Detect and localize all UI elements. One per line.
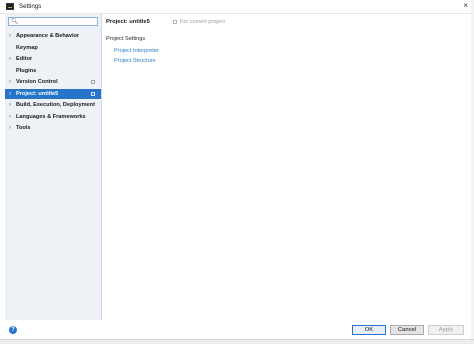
search-input[interactable] bbox=[18, 18, 96, 25]
chevron-right-icon[interactable]: › bbox=[9, 77, 11, 87]
sidebar-item-plugins[interactable]: Plugins bbox=[5, 66, 101, 76]
chevron-right-icon[interactable]: › bbox=[9, 54, 11, 64]
title-bar: Settings × bbox=[0, 0, 474, 14]
settings-sidebar: 🔍︎ › Appearance & Behavior Keymap › Edit… bbox=[5, 14, 102, 320]
ok-button[interactable]: OK bbox=[352, 325, 386, 335]
chevron-right-icon[interactable]: › bbox=[9, 89, 11, 99]
sidebar-item-editor[interactable]: › Editor bbox=[5, 54, 101, 64]
project-structure-link[interactable]: Project Structure bbox=[114, 58, 156, 64]
project-interpreter-link[interactable]: Project Interpreter bbox=[114, 48, 159, 54]
help-icon[interactable]: ? bbox=[9, 326, 17, 334]
for-current-project-text: For current project bbox=[180, 19, 225, 25]
project-scope-icon bbox=[91, 80, 95, 84]
sidebar-item-keymap[interactable]: Keymap bbox=[5, 43, 101, 53]
sidebar-item-project[interactable]: › Project: untitle5 bbox=[5, 88, 101, 99]
page-title: Project: untitle5 bbox=[106, 19, 150, 25]
sidebar-item-appearance-behavior[interactable]: › Appearance & Behavior bbox=[5, 31, 101, 41]
sidebar-item-build-execution-deployment[interactable]: › Build, Execution, Deployment bbox=[5, 100, 101, 110]
sidebar-item-label: Project: untitle5 bbox=[16, 90, 59, 97]
project-scope-icon bbox=[91, 91, 95, 96]
project-scope-icon bbox=[173, 19, 177, 24]
window-close-icon[interactable]: × bbox=[463, 2, 468, 10]
sidebar-item-label: Keymap bbox=[16, 44, 38, 51]
sidebar-item-label: Build, Execution, Deployment bbox=[16, 102, 95, 108]
sidebar-item-label: Editor bbox=[16, 56, 33, 62]
sidebar-item-label: Version Control bbox=[16, 79, 58, 85]
chevron-right-icon[interactable]: › bbox=[9, 123, 11, 133]
pycharm-app-icon bbox=[6, 3, 14, 10]
section-title: Project Settings bbox=[106, 36, 146, 42]
sidebar-item-label: Appearance & Behavior bbox=[16, 33, 80, 39]
sidebar-item-label: Tools bbox=[16, 125, 31, 131]
chevron-right-icon[interactable]: › bbox=[9, 100, 11, 110]
sidebar-item-tools[interactable]: › Tools bbox=[5, 123, 101, 133]
for-current-project-label: For current project bbox=[173, 19, 225, 25]
sidebar-item-label: Plugins bbox=[16, 67, 37, 74]
taskbar-strip bbox=[0, 339, 474, 344]
sidebar-item-label: Languages & Frameworks bbox=[16, 113, 86, 120]
cancel-button[interactable]: Cancel bbox=[390, 325, 424, 335]
settings-search[interactable]: 🔍︎ bbox=[8, 17, 98, 26]
chevron-right-icon[interactable]: › bbox=[9, 31, 11, 41]
window-title: Settings bbox=[19, 3, 42, 10]
sidebar-item-version-control[interactable]: › Version Control bbox=[5, 77, 101, 87]
chevron-right-icon[interactable]: › bbox=[9, 112, 11, 122]
sidebar-item-languages-frameworks[interactable]: › Languages & Frameworks bbox=[5, 112, 101, 122]
apply-button[interactable]: Apply bbox=[428, 325, 464, 335]
